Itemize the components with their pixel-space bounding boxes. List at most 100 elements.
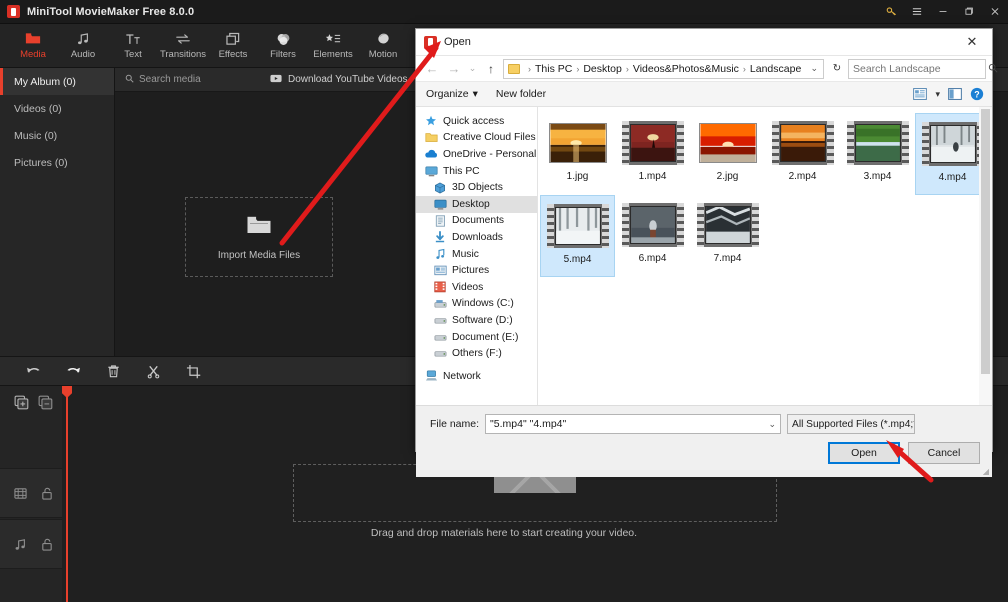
undo-button[interactable] xyxy=(24,362,42,380)
file-name-input[interactable]: ⌄ xyxy=(485,414,782,434)
sidebar-item-music[interactable]: Music (0) xyxy=(0,122,114,149)
nav-item-downloads[interactable]: Downloads xyxy=(416,229,537,246)
dialog-search-box[interactable] xyxy=(848,58,998,79)
breadcrumb-this-pc[interactable]: This PC xyxy=(535,63,572,75)
document-icon xyxy=(433,214,447,228)
tab-effects[interactable]: Effects xyxy=(208,24,258,68)
nav-item-videos[interactable]: Videos xyxy=(416,279,537,296)
dialog-close-button[interactable]: ✕ xyxy=(952,29,992,56)
sidebar-item-videos[interactable]: Videos (0) xyxy=(0,95,114,122)
file-item-2-jpg[interactable]: 2.jpg xyxy=(690,113,765,195)
file-item-5-mp4[interactable]: 5.mp4 xyxy=(540,195,615,277)
organize-label: Organize xyxy=(426,88,469,100)
file-name-label: 2.mp4 xyxy=(788,171,817,182)
download-youtube-label: Download YouTube Videos xyxy=(288,74,408,85)
nav-item-label: Documents xyxy=(452,215,505,227)
cancel-button[interactable]: Cancel xyxy=(908,442,980,464)
timeline-tools xyxy=(0,386,62,418)
unlock-icon[interactable] xyxy=(41,538,53,551)
nav-item-desktop[interactable]: Desktop xyxy=(416,195,537,213)
file-item-1-jpg[interactable]: 1.jpg xyxy=(540,113,615,195)
chevron-down-icon[interactable]: ⌄ xyxy=(768,419,776,430)
search-input[interactable] xyxy=(853,62,988,75)
chevron-down-icon[interactable]: ⌄ xyxy=(810,63,823,74)
help-icon[interactable]: ? xyxy=(970,87,984,101)
maximize-button[interactable] xyxy=(956,0,982,24)
download-youtube-videos-button[interactable]: Download YouTube Videos xyxy=(270,74,408,86)
file-name-text[interactable] xyxy=(490,418,769,430)
add-track-icon[interactable] xyxy=(14,395,29,410)
new-folder-button[interactable]: New folder xyxy=(496,88,546,100)
breadcrumb-videos-photos-music[interactable]: Videos&Photos&Music xyxy=(633,63,739,75)
sidebar-item-label: Music (0) xyxy=(14,129,58,142)
sidebar-item-pictures[interactable]: Pictures (0) xyxy=(0,149,114,176)
timeline-playhead[interactable] xyxy=(66,386,68,602)
nav-item-network[interactable]: Network xyxy=(416,368,537,385)
forward-icon[interactable]: → xyxy=(444,59,464,79)
redo-button[interactable] xyxy=(64,362,82,380)
delete-button[interactable] xyxy=(104,362,122,380)
menu-icon[interactable] xyxy=(904,0,930,24)
youtube-download-icon xyxy=(270,74,282,86)
file-item-1-mp4[interactable]: 1.mp4 xyxy=(615,113,690,195)
unlock-icon[interactable] xyxy=(41,487,53,500)
dialog-bottom-bar: File name: ⌄ All Supported Files (*.mp4;… xyxy=(416,405,992,477)
file-list-scrollbar[interactable] xyxy=(979,107,992,405)
application-window: MiniTool MovieMaker Free 8.0.0 Media Aud… xyxy=(0,0,1008,602)
import-media-files-dropzone[interactable]: Import Media Files xyxy=(185,197,333,277)
file-item-3-mp4[interactable]: 3.mp4 xyxy=(840,113,915,195)
sidebar-item-my-album[interactable]: My Album (0) xyxy=(0,68,114,95)
view-layout-icon[interactable] xyxy=(913,88,928,100)
organize-button[interactable]: Organize ▾ xyxy=(426,88,478,100)
chevron-down-icon[interactable]: ▾ xyxy=(935,89,940,100)
tab-filters-label: Filters xyxy=(270,49,296,60)
tab-transitions[interactable]: Transitions xyxy=(158,24,208,68)
file-item-2-mp4[interactable]: 2.mp4 xyxy=(765,113,840,195)
nav-item-onedrive-personal[interactable]: OneDrive - Personal xyxy=(416,146,537,163)
remove-track-icon[interactable] xyxy=(38,395,53,410)
split-button[interactable] xyxy=(144,362,162,380)
nav-item-documents[interactable]: Documents xyxy=(416,213,537,230)
file-item-6-mp4[interactable]: 6.mp4 xyxy=(615,195,690,277)
recent-locations-icon[interactable]: ⌄ xyxy=(466,59,479,79)
breadcrumb[interactable]: › This PC › Desktop › Videos&Photos&Musi… xyxy=(503,58,824,79)
search-media-input[interactable]: Search media xyxy=(125,74,201,86)
preview-pane-icon[interactable] xyxy=(948,88,962,100)
close-button[interactable] xyxy=(982,0,1008,24)
nav-item-3d-objects[interactable]: 3D Objects xyxy=(416,179,537,196)
open-button[interactable]: Open xyxy=(828,442,900,464)
crop-button[interactable] xyxy=(184,362,202,380)
file-list-pane[interactable]: 1.jpg 1.mp4 2.jpg 2.mp4 3.mp4 4.mp4 5.mp… xyxy=(538,107,992,405)
minimize-button[interactable] xyxy=(930,0,956,24)
license-key-icon[interactable] xyxy=(878,0,904,24)
tab-motion[interactable]: Motion xyxy=(358,24,408,68)
nav-item-document-e[interactable]: Document (E:) xyxy=(416,329,537,346)
nav-item-this-pc[interactable]: This PC xyxy=(416,163,537,180)
nav-item-creative-cloud-files[interactable]: Creative Cloud Files xyxy=(416,130,537,147)
tab-filters[interactable]: Filters xyxy=(258,24,308,68)
up-icon[interactable]: ↑ xyxy=(481,59,501,79)
tab-text[interactable]: Text xyxy=(108,24,158,68)
nav-item-quick-access[interactable]: Quick access xyxy=(416,113,537,130)
refresh-icon[interactable]: ↻ xyxy=(828,59,846,79)
tab-media[interactable]: Media xyxy=(8,24,58,68)
nav-item-windows-c[interactable]: Windows (C:) xyxy=(416,296,537,313)
file-item-7-mp4[interactable]: 7.mp4 xyxy=(690,195,765,277)
resize-grip[interactable] xyxy=(981,467,989,475)
thumbnail xyxy=(621,201,684,249)
nav-item-music[interactable]: Music xyxy=(416,246,537,263)
tab-audio[interactable]: Audio xyxy=(58,24,108,68)
file-type-filter-dropdown[interactable]: All Supported Files (*.mp4;*.mc ⌄ xyxy=(787,414,916,434)
nav-item-pictures[interactable]: Pictures xyxy=(416,262,537,279)
tab-elements[interactable]: Elements xyxy=(308,24,358,68)
nav-item-software-d[interactable]: Software (D:) xyxy=(416,312,537,329)
hard-drive-icon xyxy=(433,297,447,311)
back-icon[interactable]: ← xyxy=(422,59,442,79)
file-type-filter-label: All Supported Files (*.mp4;*.mc xyxy=(792,418,914,430)
video-track-header[interactable] xyxy=(0,468,62,518)
scrollbar-thumb[interactable] xyxy=(981,109,990,374)
breadcrumb-desktop[interactable]: Desktop xyxy=(583,63,622,75)
nav-item-others-f[interactable]: Others (F:) xyxy=(416,345,537,362)
breadcrumb-landscape[interactable]: Landscape xyxy=(750,63,801,75)
music-note-icon xyxy=(14,538,27,551)
